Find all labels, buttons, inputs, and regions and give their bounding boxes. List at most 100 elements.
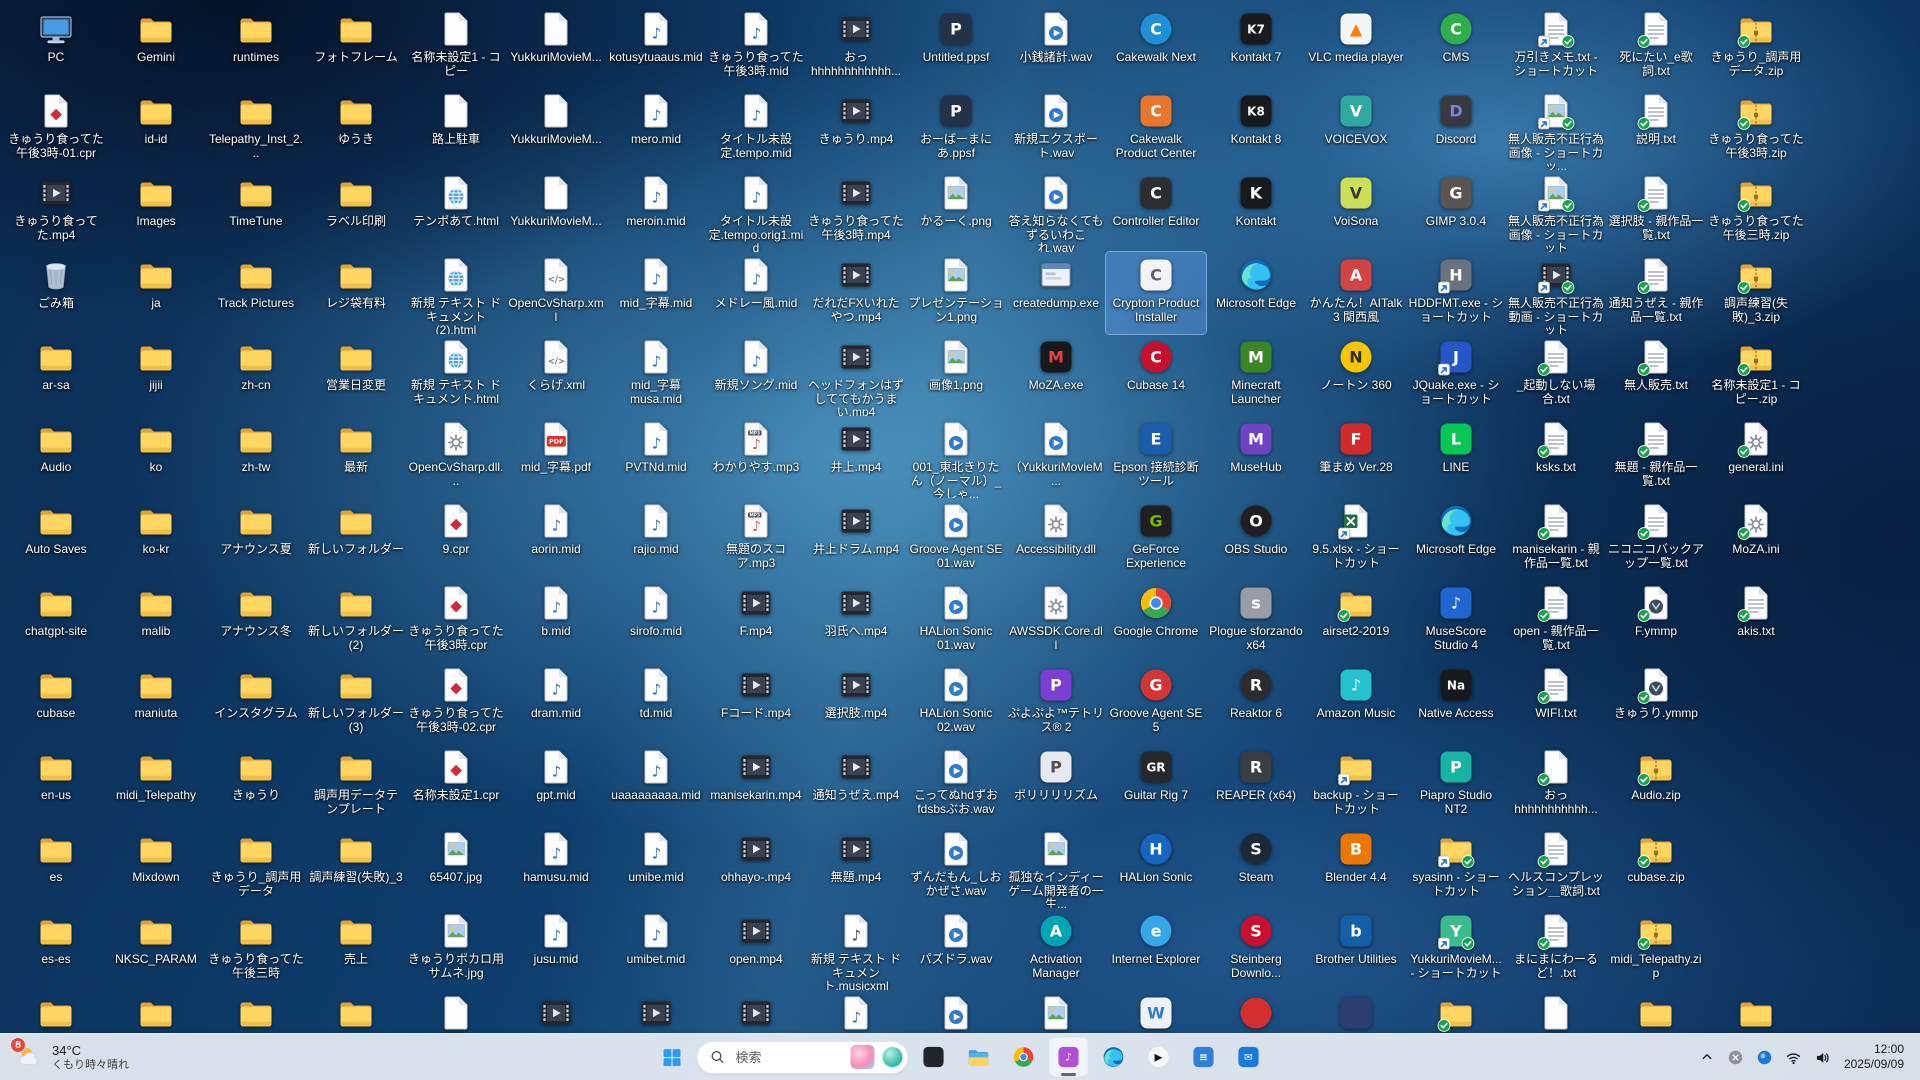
desktop-icon[interactable]: PPiapro Studio NT2 xyxy=(1406,744,1506,826)
desktop-icon[interactable]: ksks.txt xyxy=(1506,416,1606,498)
desktop-icon[interactable]: ♪rajio.mid xyxy=(606,498,706,580)
desktop-icon[interactable]: zh-tw xyxy=(206,416,306,498)
desktop-icon[interactable]: 万引きメモ.txt - ショートカット xyxy=(1506,6,1606,88)
desktop-icon[interactable]: EEpson 接続診断ツール xyxy=(1106,416,1206,498)
volume-button[interactable] xyxy=(1809,1039,1836,1075)
desktop-icon[interactable]: GGroove Agent SE 5 xyxy=(1106,662,1206,744)
desktop-icon[interactable]: Images xyxy=(106,170,206,252)
search-highlight-image[interactable] xyxy=(851,1045,875,1069)
desktop-icon[interactable]: 売上 xyxy=(306,908,406,990)
desktop-icon[interactable]: 井上.mp4 xyxy=(806,416,906,498)
desktop-icon[interactable]: PC xyxy=(6,6,106,88)
desktop-icon[interactable]: Pおーばーまにあ.ppsf xyxy=(906,88,1006,170)
desktop-icon[interactable]: ヘッドフォンはずしててもかうまい.mp4 xyxy=(806,334,906,416)
desktop-icon[interactable]: 新しいフォルダー xyxy=(306,498,406,580)
desktop-icon[interactable]: ♪aorin.mid xyxy=(506,498,606,580)
widgets-button[interactable]: 8 34°C くもり時々晴れ xyxy=(6,1037,141,1077)
desktop-icon[interactable]: まにまにわーるど！.txt xyxy=(1506,908,1606,990)
desktop-icon[interactable]: Mixdown xyxy=(106,826,206,908)
desktop-icon[interactable]: ♪umibe.mid xyxy=(606,826,706,908)
desktop-icon[interactable]: manisekarin - 親作品一覧.txt xyxy=(1506,498,1606,580)
desktop-icon[interactable]: ゆうき xyxy=(306,88,406,170)
desktop-icon[interactable]: だれだFXいれたやつ.mp4 xyxy=(806,252,906,334)
desktop-icon[interactable]: ♪kotusytuaaus.mid xyxy=(606,6,706,88)
desktop-icon[interactable]: Microsoft Edge xyxy=(1406,498,1506,580)
desktop-icon[interactable]: K8Kontakt 8 xyxy=(1206,88,1306,170)
desktop-icon[interactable]: ♪uaaaaaaaaa.mid xyxy=(606,744,706,826)
desktop-icon[interactable]: _起動しない場合.txt xyxy=(1506,334,1606,416)
desktop-icon[interactable]: 小銭諸計.wav xyxy=(1006,6,1106,88)
desktop-icon[interactable]: ♪mid_字幕musa.mid xyxy=(606,334,706,416)
desktop-icon[interactable]: akis.txt xyxy=(1706,580,1806,662)
desktop-icon[interactable]: 新規 テキスト ドキュメント.html xyxy=(406,334,506,416)
desktop-icon[interactable]: ♪Amazon Music xyxy=(1306,662,1406,744)
desktop-icon[interactable]: cubase xyxy=(6,662,106,744)
desktop-icon[interactable]: HALion Sonic 01.wav xyxy=(906,580,1006,662)
desktop-icon[interactable]: ♪hamusu.mid xyxy=(506,826,606,908)
desktop-icon[interactable]: ♪MuseScore Studio 4 xyxy=(1406,580,1506,662)
desktop-icon[interactable]: CController Editor xyxy=(1106,170,1206,252)
desktop-icon[interactable]: ♪umibet.mid xyxy=(606,908,706,990)
desktop-icon[interactable]: ヘルスコンプレッション＿歌詞.txt xyxy=(1506,826,1606,908)
desktop-icon[interactable]: GGIMP 3.0.4 xyxy=(1406,170,1506,252)
desktop-icon[interactable]: ▲VLC media player xyxy=(1306,6,1406,88)
desktop-icon[interactable]: eInternet Explorer xyxy=(1106,908,1206,990)
desktop-icon[interactable]: SSteinberg Downlo... xyxy=(1206,908,1306,990)
desktop-icon[interactable]: Nノートン 360 xyxy=(1306,334,1406,416)
desktop-icon[interactable]: ラベル印刷 xyxy=(306,170,406,252)
desktop-icon[interactable]: HHALion Sonic xyxy=(1106,826,1206,908)
desktop-icon[interactable]: maniuta xyxy=(106,662,206,744)
desktop-icon[interactable]: K7Kontakt 7 xyxy=(1206,6,1306,88)
desktop-icon[interactable]: </>OpenCvSharp.xml xyxy=(506,252,606,334)
desktop-icon[interactable]: createdump.exe xyxy=(1006,252,1106,334)
desktop-icon[interactable]: airset2-2019 xyxy=(1306,580,1406,662)
desktop-icon[interactable]: 名称未設定1 - コピー xyxy=(406,6,506,88)
desktop-icon[interactable]: general.ini xyxy=(1706,416,1806,498)
desktop-icon[interactable]: きゅうり xyxy=(206,744,306,826)
desktop-icon[interactable]: レジ袋有料 xyxy=(306,252,406,334)
desktop-icon[interactable]: RReaktor 6 xyxy=(1206,662,1306,744)
desktop-icon[interactable]: きゅうり食ってた.mp4 xyxy=(6,170,106,252)
desktop-icon[interactable]: 名称未設定1 - コピー.zip xyxy=(1706,334,1806,416)
desktop-icon[interactable]: ohhayo-.mp4 xyxy=(706,826,806,908)
desktop-icon[interactable]: 説明.txt xyxy=(1606,88,1706,170)
pinned-app-dark[interactable] xyxy=(914,1037,954,1077)
desktop-icon[interactable]: Groove Agent SE 01.wav xyxy=(906,498,1006,580)
desktop-icon[interactable]: ニコニコバックアップ一覧.txt xyxy=(1606,498,1706,580)
desktop-icon[interactable]: es xyxy=(6,826,106,908)
file-explorer[interactable] xyxy=(959,1037,999,1077)
desktop-icon[interactable]: sPlogue sforzando x64 xyxy=(1206,580,1306,662)
desktop-icon[interactable]: malib xyxy=(106,580,206,662)
desktop-icon[interactable]: RREAPER (x64) xyxy=(1206,744,1306,826)
desktop-icon[interactable]: Pポリリリリズム xyxy=(1006,744,1106,826)
desktop-icon[interactable]: es-es xyxy=(6,908,106,990)
tray-icon-blue[interactable] xyxy=(1751,1039,1778,1075)
desktop-icon[interactable]: ar-sa xyxy=(6,334,106,416)
desktop-icon[interactable]: ♪jusu.mid xyxy=(506,908,606,990)
desktop-icon[interactable]: ♪gpt.mid xyxy=(506,744,606,826)
desktop-icon[interactable]: こってぬhdずおfdsbsぶお.wav xyxy=(906,744,1006,826)
desktop-icon[interactable]: 調声練習(失敗)_3 xyxy=(306,826,406,908)
desktop-icon[interactable]: ♪mero.mid xyxy=(606,88,706,170)
desktop-icon[interactable]: open.mp4 xyxy=(706,908,806,990)
desktop-icon[interactable]: en-us xyxy=(6,744,106,826)
desktop-icon[interactable]: PUntitled.ppsf xyxy=(906,6,1006,88)
desktop-icon[interactable]: AWSSDK.Core.dll xyxy=(1006,580,1106,662)
desktop-icon[interactable]: 死にたい_e歌詞.txt xyxy=(1606,6,1706,88)
desktop-icon[interactable]: Telepathy_Inst_2... xyxy=(206,88,306,170)
desktop-icon[interactable]: ごみ箱 xyxy=(6,252,106,334)
desktop-icon[interactable]: CCMS xyxy=(1406,6,1506,88)
desktop-icon[interactable]: 選択肢 - 親作品一覧.txt xyxy=(1606,170,1706,252)
desktop-icon[interactable]: PDFmid_字幕.pdf xyxy=(506,416,606,498)
desktop-icon[interactable]: ♪新規ソング.mid xyxy=(706,334,806,416)
desktop-icon[interactable]: id-id xyxy=(106,88,206,170)
desktop-icon[interactable]: SSteam xyxy=(1206,826,1306,908)
desktop-icon[interactable]: きゅうり食ってた午後3時.mp4 xyxy=(806,170,906,252)
desktop-icon[interactable]: 新規エクスポート.wav xyxy=(1006,88,1106,170)
desktop-icon[interactable]: 路上駐車 xyxy=(406,88,506,170)
desktop-icon[interactable]: ♪meroin.mid xyxy=(606,170,706,252)
desktop-icon[interactable]: きゅうりポカロ用サムネ.jpg xyxy=(406,908,506,990)
desktop-icon[interactable]: アナウンス冬 xyxy=(206,580,306,662)
desktop-icon[interactable]: Pぷよぷよ™テトリス® 2 xyxy=(1006,662,1106,744)
desktop-icon[interactable]: CCakewalk Next xyxy=(1106,6,1206,88)
